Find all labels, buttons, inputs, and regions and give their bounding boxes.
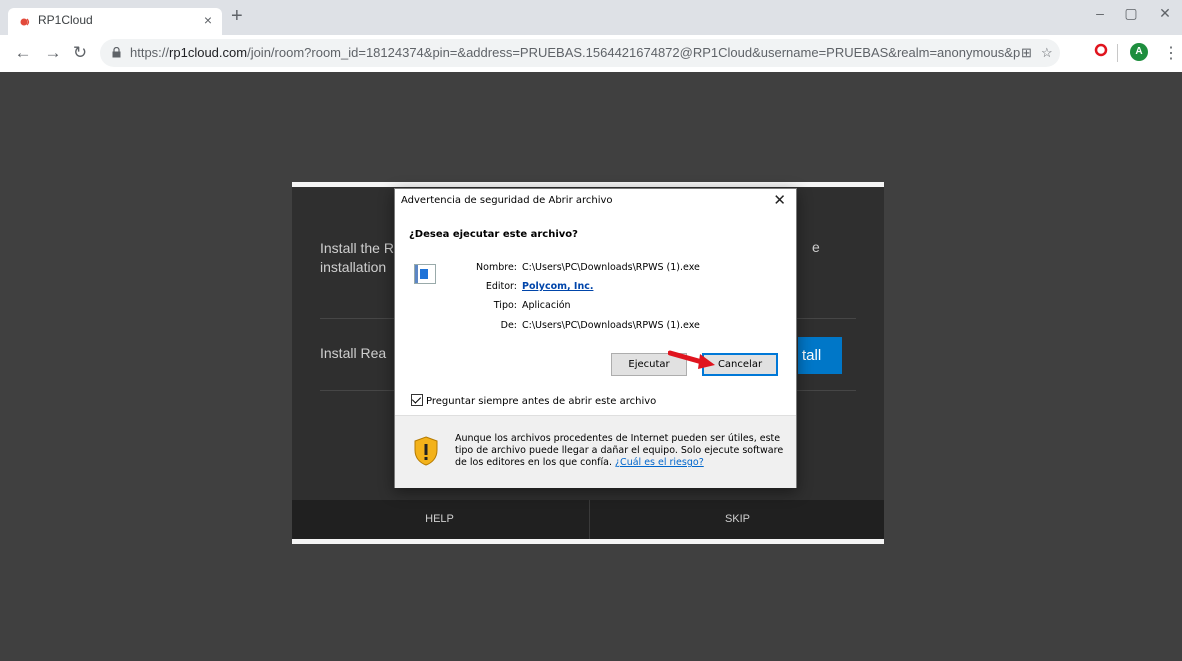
warning-text: Aunque los archivos procedentes de Inter… <box>455 433 784 468</box>
skip-button[interactable]: SKIP <box>589 500 885 539</box>
profile-avatar[interactable]: A <box>1130 43 1148 61</box>
install-button[interactable]: tall <box>798 337 842 374</box>
forward-arrow-icon[interactable]: → <box>43 43 63 63</box>
annotation-arrow-icon <box>668 350 715 369</box>
publisher-link[interactable]: Polycom, Inc. <box>522 281 593 292</box>
dialog-title: Advertencia de seguridad de Abrir archiv… <box>401 195 613 206</box>
browser-toolbar: ← → ↻ https://rp1cloud.com/join/room?roo… <box>0 35 1182 72</box>
extension-icon[interactable] <box>1094 43 1108 57</box>
install-realpresence-text: Install Rea <box>320 345 387 361</box>
always-ask-label: Preguntar siempre antes de abrir este ar… <box>426 396 657 407</box>
new-tab-button[interactable]: + <box>231 6 243 26</box>
type-value: Aplicación <box>522 300 571 311</box>
tab-title: RP1Cloud <box>38 13 93 27</box>
menu-kebab-icon[interactable]: ⋮ <box>1163 43 1179 63</box>
close-window-button[interactable]: ✕ <box>1150 5 1180 22</box>
always-ask-row[interactable]: Preguntar siempre antes de abrir este ar… <box>411 394 656 407</box>
application-file-icon <box>414 264 436 284</box>
security-warning-dialog: Advertencia de seguridad de Abrir archiv… <box>394 188 797 488</box>
type-label: Tipo: <box>493 300 517 311</box>
name-label: Nombre: <box>476 262 517 273</box>
install-instructions-tail: e <box>812 239 820 255</box>
address-bar[interactable]: https://rp1cloud.com/join/room?room_id=1… <box>100 39 1060 67</box>
dialog-warning-panel: Aunque los archivos procedentes de Inter… <box>395 415 796 488</box>
name-value: C:\Users\PC\Downloads\RPWS (1).exe <box>522 262 700 273</box>
maximize-button[interactable]: ▢ <box>1116 5 1146 22</box>
reload-icon[interactable]: ↻ <box>70 43 90 63</box>
minimize-button[interactable]: – <box>1085 5 1115 21</box>
browser-tab[interactable]: RP1Cloud × <box>8 8 222 35</box>
always-ask-checkbox[interactable] <box>411 394 423 406</box>
url-text: https://rp1cloud.com/join/room?room_id=1… <box>130 45 1020 60</box>
back-arrow-icon[interactable]: ← <box>13 43 33 63</box>
from-label: De: <box>500 320 517 331</box>
lock-icon <box>112 47 121 58</box>
dialog-question: ¿Desea ejecutar este archivo? <box>409 229 578 240</box>
risk-link[interactable]: ¿Cuál es el riesgo? <box>615 457 704 468</box>
card-footer: HELP SKIP <box>292 500 884 539</box>
publisher-label: Editor: <box>485 281 517 292</box>
help-button[interactable]: HELP <box>292 500 587 539</box>
warning-shield-icon <box>414 436 438 466</box>
bookmark-star-icon[interactable]: ☆ <box>1041 45 1053 61</box>
toolbar-divider <box>1117 44 1118 62</box>
dialog-close-icon[interactable]: ✕ <box>773 191 786 209</box>
tab-strip: RP1Cloud × + – ▢ ✕ <box>0 0 1182 35</box>
tab-close-icon[interactable]: × <box>204 12 212 28</box>
favicon-icon <box>20 18 30 26</box>
from-value: C:\Users\PC\Downloads\RPWS (1).exe <box>522 320 700 331</box>
translate-icon[interactable]: ⊞ <box>1021 45 1032 61</box>
